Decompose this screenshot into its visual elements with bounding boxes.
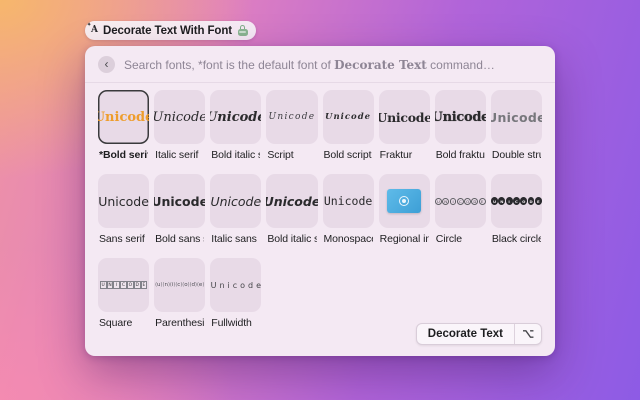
un-flag-icon [387, 189, 422, 213]
font-preview: Unicode [434, 90, 486, 144]
font-tile-italic-sans-s[interactable]: Unicode Italic sans s… [210, 174, 262, 258]
decorate-a-icon: A [87, 23, 98, 35]
chevron-left-icon: ‹ [104, 56, 109, 71]
font-tile-double-struck[interactable]: Unicode Double struck [490, 90, 542, 174]
font-tile-label: Double struck [491, 149, 541, 161]
font-tile-label: Bold sans s… [155, 233, 204, 245]
font-preview: UNICODE [490, 174, 542, 228]
search-placeholder-command: Decorate Text [334, 57, 427, 72]
font-preview: Unicode [210, 258, 262, 312]
font-tile-label: Parenthesiz… [155, 317, 205, 329]
font-tile-label: Monospace [323, 233, 373, 245]
font-tile-script[interactable]: Unicode Script [266, 90, 318, 174]
font-tile-bold-serif[interactable]: Unicode *Bold serif [98, 90, 150, 174]
font-preview: Unicode [98, 90, 150, 144]
font-preview: Unicode [210, 174, 262, 228]
font-preview: UNICODE [434, 174, 486, 228]
font-tile-label: Regional ind… [379, 233, 429, 245]
font-tile-label: Italic serif [155, 149, 199, 161]
font-preview: Unicode [322, 90, 374, 144]
font-tile-label: Square [99, 317, 133, 329]
font-tile-label: Bold script [323, 149, 372, 161]
search-bar: ‹ Search fonts, *font is the default fon… [85, 46, 555, 83]
search-input[interactable]: Search fonts, *font is the default font … [124, 58, 495, 72]
font-tile-regional-ind[interactable]: Regional ind… [378, 174, 430, 258]
option-key-icon [515, 324, 541, 344]
font-preview: Unicode [490, 90, 542, 144]
font-tile-label: Black circle [491, 233, 541, 245]
decorate-text-button-label: Decorate Text [427, 328, 503, 340]
font-tile-sans-serif[interactable]: Unicode Sans serif [98, 174, 150, 258]
search-placeholder-prefix: Search fonts, *font is the default font … [124, 57, 335, 72]
font-tile-label: Fullwidth [211, 317, 252, 329]
font-tile-square[interactable]: U N I C O D E Square [98, 258, 150, 342]
font-tile-fraktur[interactable]: Unicode Fraktur [378, 90, 430, 174]
font-tile-italic-serif[interactable]: Unicode Italic serif [154, 90, 206, 174]
font-tile-label: Bold italic s… [267, 233, 316, 245]
command-title-pill[interactable]: A Decorate Text With Font [85, 21, 256, 40]
font-preview: Unicode [210, 90, 262, 144]
font-tile-fullwidth[interactable]: Unicode Fullwidth [210, 258, 262, 342]
font-tile-label: Script [267, 149, 294, 161]
font-tile-label: Fraktur [379, 149, 413, 161]
font-tile-bold-italic-s[interactable]: Unicode Bold italic s… [210, 90, 262, 174]
decorate-text-window: ‹ Search fonts, *font is the default fon… [85, 46, 555, 356]
font-preview: Unicode [154, 174, 206, 228]
font-tile-black-circle[interactable]: U N I C O D E Black circle [490, 174, 542, 258]
command-title: Decorate Text With Font [102, 24, 232, 37]
decorate-text-button[interactable]: Decorate Text [415, 323, 542, 345]
font-preview [378, 174, 430, 228]
font-tile-label: Bold italic s… [211, 149, 260, 161]
font-tile-monospace[interactable]: Unicode Monospace [322, 174, 374, 258]
font-tile-bold-italic-s[interactable]: Unicode Bold italic s… [266, 174, 318, 258]
search-placeholder-suffix: command… [426, 57, 495, 72]
font-preview: Unicode [98, 174, 150, 228]
font-preview: unicode [154, 258, 206, 312]
font-tile-bold-script[interactable]: Unicode Bold script [322, 90, 374, 174]
font-tile-bold-sans-s[interactable]: Unicode Bold sans s… [154, 174, 206, 258]
font-tile-label: Sans serif [99, 233, 145, 245]
font-preview: Unicode [266, 174, 318, 228]
font-preview: Unicode [378, 90, 430, 144]
font-preview: Unicode [322, 174, 374, 228]
font-tile-parenthesiz[interactable]: unicode Parenthesiz… [154, 258, 206, 342]
font-tile-label: Italic sans s… [211, 233, 260, 245]
font-preview: Unicode [154, 90, 206, 144]
font-grid: Unicode*Bold serifUnicodeItalic serifUni… [98, 90, 542, 342]
font-tile-label: Bold fraktur [435, 149, 485, 161]
lock-icon [237, 25, 249, 37]
font-tile-circle[interactable]: U N I C O D E Circle [434, 174, 486, 258]
font-tile-label: Circle [435, 233, 462, 245]
font-tile-label: *Bold serif [99, 149, 149, 161]
font-preview: UNICODE [98, 258, 150, 312]
font-preview: Unicode [266, 90, 318, 144]
back-button[interactable]: ‹ [98, 56, 115, 73]
font-tile-bold-fraktur[interactable]: Unicode Bold fraktur [434, 90, 486, 174]
